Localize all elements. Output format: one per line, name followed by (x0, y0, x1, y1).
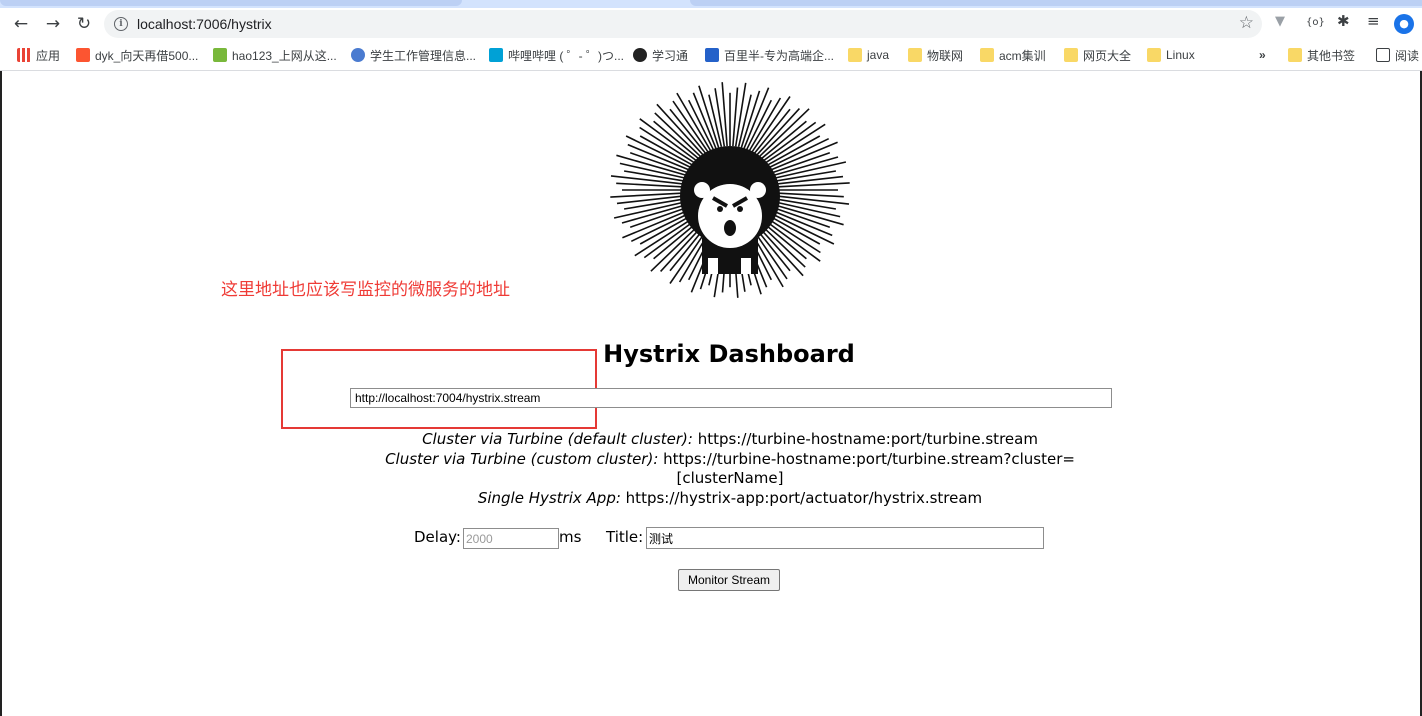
example-custom-cluster: Cluster via Turbine (custom cluster): ht… (380, 450, 1080, 489)
reload-icon[interactable]: ↻ (72, 12, 96, 36)
example-default-cluster: Cluster via Turbine (default cluster): h… (380, 430, 1080, 450)
example-value: https://hystrix-app:port/actuator/hystri… (620, 488, 983, 507)
spike (669, 108, 707, 154)
example-value: https://turbine-hostname:port/turbine.st… (692, 430, 1038, 448)
folder-icon (1288, 48, 1302, 62)
folder-icon (848, 48, 862, 62)
profile-avatar-icon[interactable]: ● (1394, 14, 1414, 34)
delay-label: Delay: (414, 528, 461, 546)
folder-icon (1147, 48, 1161, 62)
title-input[interactable] (646, 527, 1044, 549)
annotation-note: 这里地址也应该写监控的微服务的地址 (221, 280, 510, 300)
bookmark-label: 哔哩哔哩 ( ゜- ゜)つ... (508, 48, 624, 63)
bookmark-label: dyk_向天再借500... (95, 48, 199, 63)
bookmark-folder-webpages[interactable]: 网页大全 (1064, 47, 1131, 63)
back-arrow-icon[interactable]: ← (9, 12, 33, 36)
reading-mode-icon (1376, 48, 1390, 62)
reading-list-icon[interactable]: ≡ (1367, 12, 1380, 30)
bookmarks-overflow-button[interactable]: » (1259, 47, 1266, 63)
site-info-icon[interactable]: i (114, 17, 128, 31)
bookmark-label: hao123_上网从这... (232, 48, 337, 63)
bookmark-label: 物联网 (927, 48, 964, 63)
folder-icon (908, 48, 922, 62)
browser-toolbar: ← → ↻ i localhost:7006/hystrix ☆ ▼ {o} ✱… (0, 8, 1422, 40)
stream-examples: Cluster via Turbine (default cluster): h… (380, 430, 1080, 508)
bookmark-folder-iot[interactable]: 物联网 (908, 47, 963, 63)
globe-icon (633, 48, 647, 62)
bookmark-star-icon[interactable]: ☆ (1239, 13, 1254, 33)
folder-icon (980, 48, 994, 62)
stream-url-input[interactable] (350, 388, 1112, 408)
example-value: https://turbine-hostname:port/turbine.st… (658, 449, 1075, 488)
page-title: Hystrix Dashboard (603, 340, 855, 368)
bookmark-label: 应用 (36, 48, 61, 63)
bookmark-label: java (867, 48, 890, 62)
bookmark-bilibili[interactable]: 哔哩哔哩 ( ゜- ゜)つ... (489, 47, 624, 63)
bookmark-dyk[interactable]: dyk_向天再借500... (76, 47, 198, 63)
bookmark-apps[interactable]: 应用 (17, 47, 60, 63)
bookmark-folder-other[interactable]: 其他书签 (1288, 47, 1355, 63)
bookmarks-bar: 应用 dyk_向天再借500... hao123_上网从这... 学生工作管理信… (0, 40, 1422, 71)
apps-grid-icon (17, 48, 31, 62)
bookmark-folder-acm[interactable]: acm集训 (980, 47, 1046, 63)
json-extension-icon[interactable]: {o} (1306, 17, 1325, 28)
hystrix-hedgehog-logo (610, 82, 850, 298)
bookmark-hao123[interactable]: hao123_上网从这... (213, 47, 337, 63)
folder-icon (1064, 48, 1078, 62)
bookmark-xuexitong[interactable]: 学习通 (633, 47, 688, 63)
tab-left[interactable] (0, 0, 462, 6)
address-bar[interactable]: i localhost:7006/hystrix ☆ (104, 10, 1262, 38)
extensions-puzzle-icon[interactable]: ✱ (1337, 12, 1350, 30)
bookmark-bailiban[interactable]: 百里半-专为高端企... (705, 47, 834, 63)
school-icon (351, 48, 365, 62)
bailiban-icon (705, 48, 719, 62)
bookmark-label: 百里半-专为高端企... (724, 48, 834, 63)
tab-right[interactable] (690, 0, 1422, 6)
example-label: Cluster via Turbine (default cluster): (422, 430, 693, 448)
bookmark-reading-mode[interactable]: 阅读 (1376, 47, 1419, 63)
delay-unit-label: ms (559, 528, 582, 546)
vue-devtools-icon[interactable]: ▼ (1275, 14, 1285, 29)
bookmark-folder-linux[interactable]: Linux (1147, 47, 1195, 63)
csdn-icon (76, 48, 90, 62)
bookmark-label: 其他书签 (1307, 48, 1356, 63)
example-label: Cluster via Turbine (custom cluster): (385, 449, 659, 468)
bookmark-label: 网页大全 (1083, 48, 1132, 63)
bookmark-label: 学习通 (652, 48, 689, 63)
title-label: Title: (606, 528, 644, 546)
example-label: Single Hystrix App: (477, 488, 621, 507)
bookmark-label: 阅读 (1395, 48, 1420, 63)
bookmark-label: Linux (1166, 48, 1195, 62)
forward-arrow-icon[interactable]: → (41, 12, 65, 36)
example-single-app: Single Hystrix App: https://hystrix-app:… (380, 489, 1080, 509)
monitor-stream-button[interactable]: Monitor Stream (678, 569, 780, 591)
tab-strip (0, 0, 1422, 8)
bilibili-icon (489, 48, 503, 62)
delay-input[interactable] (463, 528, 559, 549)
overflow-chevron-icon: » (1259, 48, 1266, 62)
spike (672, 100, 709, 153)
address-url[interactable]: localhost:7006/hystrix (137, 16, 272, 32)
hao123-icon (213, 48, 227, 62)
bookmark-folder-java[interactable]: java (848, 47, 889, 63)
bookmark-label: 学生工作管理信息... (370, 48, 477, 63)
bookmark-student-system[interactable]: 学生工作管理信息... (351, 47, 476, 63)
bookmark-label: acm集训 (999, 48, 1046, 63)
